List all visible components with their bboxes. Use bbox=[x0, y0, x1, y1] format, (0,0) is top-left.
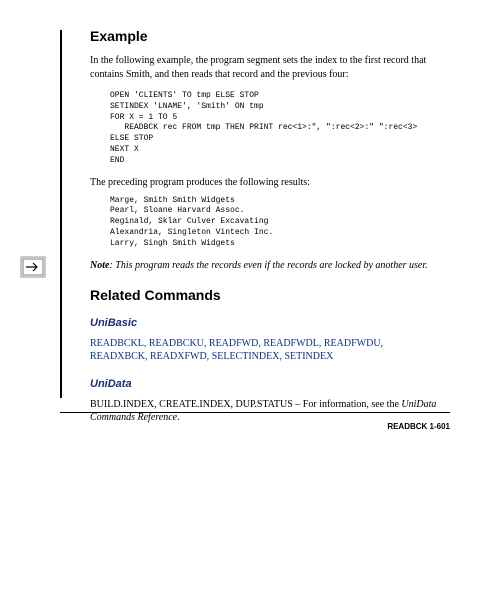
page-footer: READBCK 1-601 bbox=[387, 422, 450, 431]
note-label: Note bbox=[90, 260, 109, 271]
heading-example: Example bbox=[90, 28, 450, 44]
page-rule-vertical bbox=[60, 30, 62, 398]
results-output: Marge, Smith Smith Widgets Pearl, Sloane… bbox=[110, 196, 450, 250]
unidata-text-end: . bbox=[177, 412, 180, 423]
unibasic-links-line2: READXBCK, READXFWD, SELECTINDEX, SETINDE… bbox=[90, 351, 333, 362]
note-body: : This program reads the records even if… bbox=[109, 260, 427, 271]
page-rule-horizontal bbox=[60, 412, 450, 413]
note-text: Note: This program reads the records eve… bbox=[90, 260, 450, 271]
heading-related: Related Commands bbox=[90, 287, 450, 303]
note-arrow-icon bbox=[20, 256, 46, 278]
example-code-block: OPEN 'CLIENTS' TO tmp ELSE STOP SETINDEX… bbox=[110, 91, 450, 167]
unidata-text-plain: BUILD.INDEX, CREATE.INDEX, DUP.STATUS – … bbox=[90, 399, 401, 410]
subhead-unibasic: UniBasic bbox=[90, 317, 450, 329]
unibasic-links[interactable]: READBCKL, READBCKU, READFWD, READFWDL, R… bbox=[90, 337, 450, 364]
example-intro: In the following example, the program se… bbox=[90, 54, 450, 81]
unibasic-links-line1: READBCKL, READBCKU, READFWD, READFWDL, R… bbox=[90, 338, 383, 349]
subhead-unidata: UniData bbox=[90, 378, 450, 390]
results-intro: The preceding program produces the follo… bbox=[90, 177, 450, 188]
